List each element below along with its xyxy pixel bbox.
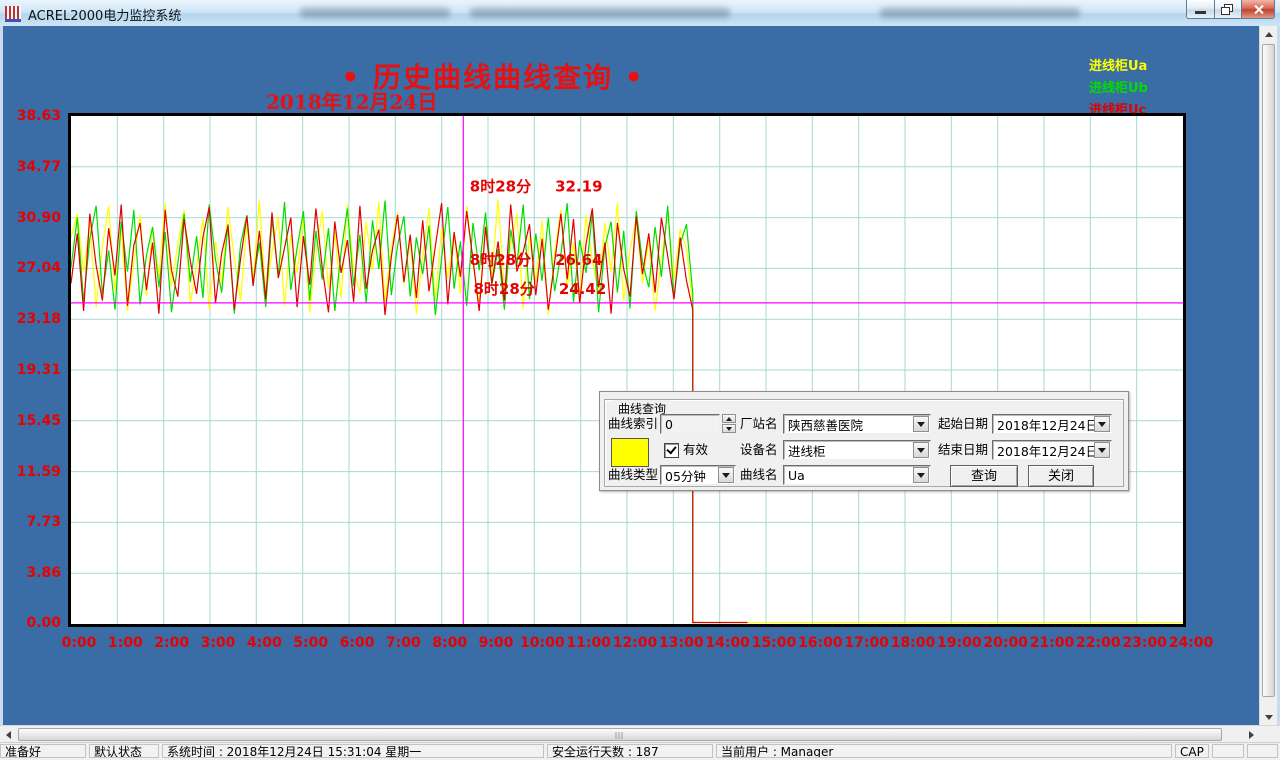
spinner-up-icon: [726, 417, 732, 421]
y-axis-tick-label: 23.18: [3, 310, 61, 328]
app-icon: [5, 6, 21, 22]
chart-date-label: 2018年12月24日: [266, 86, 437, 115]
curve-index-label: 曲线索引: [608, 414, 658, 434]
y-axis-tick-label: 3.86: [3, 564, 61, 582]
curve-plot-area[interactable]: 8时28分32.19 8时28分26.64 8时28分24.42: [68, 113, 1186, 627]
y-axis-tick-label: 34.77: [3, 158, 61, 176]
status-current-user: 当前用户 : Manager: [716, 744, 1172, 758]
curve-color-swatch[interactable]: [611, 438, 649, 467]
scroll-up-button[interactable]: [1260, 26, 1277, 43]
y-axis-tick-label: 11.59: [3, 463, 61, 481]
status-bar: 准备好 默认状态 系统时间 : 2018年12月24日 15:31:04 星期一…: [0, 742, 1280, 760]
arrow-down-icon: [1265, 715, 1273, 720]
chevron-down-icon: [917, 473, 925, 478]
end-date-label: 结束日期: [938, 440, 988, 460]
curve-type-combobox[interactable]: 05分钟: [660, 465, 736, 485]
crosshair-annotation: 8时28分32.19: [470, 177, 603, 195]
minimize-button[interactable]: [1186, 0, 1215, 19]
window-title: ACREL2000电力监控系统: [28, 5, 181, 24]
dropdown-button[interactable]: [1094, 416, 1110, 432]
scroll-down-button[interactable]: [1260, 709, 1277, 726]
device-combobox[interactable]: 进线柜: [783, 440, 931, 460]
main-window: ACREL2000电力监控系统 • 历史曲线曲线查询 • 2018年12月24日…: [0, 0, 1280, 760]
station-combobox[interactable]: 陕西慈善医院: [783, 414, 931, 434]
scroll-left-button[interactable]: [0, 726, 17, 743]
background-window-blur: [470, 8, 730, 18]
curve-chart: 8时28分32.19 8时28分26.64 8时28分24.42: [71, 116, 1183, 624]
y-axis-tick-label: 30.90: [3, 209, 61, 227]
curve-type-label: 曲线类型: [608, 465, 658, 485]
close-button[interactable]: [1241, 0, 1275, 19]
y-axis-tick-label: 15.45: [3, 412, 61, 430]
start-date-label: 起始日期: [938, 414, 988, 434]
curve-name-label: 曲线名: [740, 465, 778, 485]
curve-index-spinner[interactable]: [722, 414, 736, 434]
status-ready: 准备好: [0, 744, 86, 758]
dropdown-button[interactable]: [1094, 442, 1110, 458]
arrow-left-icon: [6, 731, 11, 739]
end-date-combobox[interactable]: 2018年12月24日: [992, 440, 1112, 460]
status-empty-cell: [1247, 744, 1278, 758]
chevron-down-icon: [1098, 448, 1106, 453]
scrollbar-grip: [616, 732, 625, 739]
crosshair-annotation: 8时28分26.64: [470, 251, 603, 269]
chevron-down-icon: [722, 473, 730, 478]
device-label: 设备名: [740, 440, 778, 460]
x-axis-tick-label: 24:00: [1163, 634, 1219, 652]
status-system-time: 系统时间 : 2018年12月24日 15:31:04 星期一: [162, 744, 544, 758]
legend-item-ub: 进线柜Ub: [1089, 78, 1148, 100]
vertical-scrollbar-thumb[interactable]: [1262, 44, 1275, 697]
valid-checkbox[interactable]: [664, 443, 679, 458]
valid-label: 有效: [683, 440, 708, 460]
status-cap-indicator: CAP: [1175, 744, 1209, 758]
horizontal-scrollbar-thumb[interactable]: [18, 728, 1222, 741]
arrow-up-icon: [1265, 32, 1273, 37]
vertical-scrollbar[interactable]: [1259, 26, 1277, 726]
scroll-right-button[interactable]: [1243, 726, 1260, 743]
title-bar[interactable]: ACREL2000电力监控系统: [0, 0, 1280, 27]
dropdown-button[interactable]: [913, 442, 929, 458]
background-window-blur: [880, 8, 1080, 18]
close-dialog-button[interactable]: 关闭: [1028, 465, 1094, 487]
start-date-combobox[interactable]: 2018年12月24日: [992, 414, 1112, 434]
legend-item-ua: 进线柜Ua: [1089, 56, 1148, 78]
spinner-down-icon: [726, 427, 732, 431]
dropdown-button[interactable]: [718, 467, 734, 483]
minimize-icon: [1195, 11, 1206, 14]
crosshair-annotation: 8时28分24.42: [474, 280, 607, 298]
horizontal-scrollbar[interactable]: [0, 725, 1280, 743]
curve-name-combobox[interactable]: Ua: [783, 465, 931, 485]
curve-query-dialog: 曲线查询 曲线索引 0 厂站名 陕西慈善医院 起始日期 2018年12月24日: [599, 391, 1129, 491]
restore-button[interactable]: [1214, 0, 1242, 19]
chevron-down-icon: [917, 448, 925, 453]
y-axis-tick-label: 19.31: [3, 361, 61, 379]
y-axis-tick-label: 7.73: [3, 513, 61, 531]
arrow-right-icon: [1249, 731, 1254, 739]
chart-client-area: • 历史曲线曲线查询 • 2018年12月24日 进线柜Ua 进线柜Ub 进线柜…: [3, 26, 1260, 726]
y-axis-tick-label: 0.00: [3, 614, 61, 632]
chevron-down-icon: [917, 422, 925, 427]
y-axis-tick-label: 38.63: [3, 107, 61, 125]
background-window-blur: [300, 8, 450, 18]
status-empty-cell: [1212, 744, 1244, 758]
status-mode: 默认状态: [89, 744, 159, 758]
status-safe-days: 安全运行天数 : 187: [547, 744, 713, 758]
close-icon: [1253, 4, 1264, 15]
dropdown-button[interactable]: [913, 467, 929, 483]
y-axis-tick-label: 27.04: [3, 259, 61, 277]
spinner-down-button[interactable]: [722, 424, 736, 433]
spinner-up-button[interactable]: [722, 414, 736, 423]
query-button[interactable]: 查询: [950, 465, 1018, 487]
curve-index-input[interactable]: 0: [660, 414, 720, 434]
dropdown-button[interactable]: [913, 416, 929, 432]
station-label: 厂站名: [740, 414, 778, 434]
chevron-down-icon: [1098, 422, 1106, 427]
